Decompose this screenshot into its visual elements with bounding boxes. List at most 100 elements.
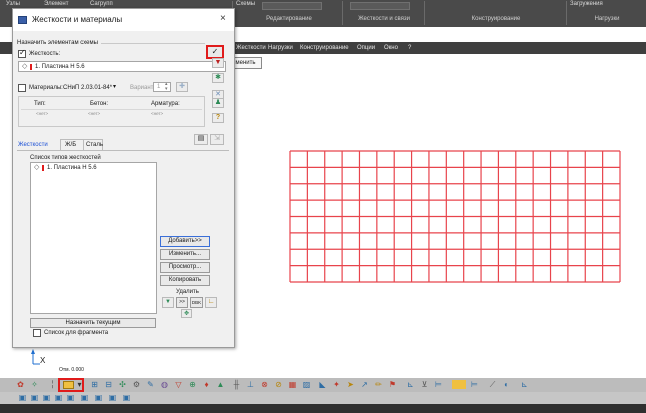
dbk-button[interactable]: DBK (190, 297, 203, 308)
tool-icon[interactable]: ◐ (502, 380, 511, 389)
materials-header-type: Тип: (34, 101, 46, 107)
tool-icon[interactable]: ▨ (302, 380, 311, 389)
check-icon: ✓ (19, 48, 26, 57)
stiffness-checkbox[interactable]: ✓ (18, 48, 26, 58)
plate-color-icon (30, 64, 32, 70)
tool-icon[interactable]: ▲ (216, 380, 225, 389)
tool-icon[interactable]: ✣ (118, 380, 127, 389)
tool-icon[interactable]: ╎ (48, 380, 57, 389)
section-divider (101, 43, 205, 44)
axis-icon (31, 349, 40, 365)
tool-icon[interactable]: ⟋ (488, 380, 497, 389)
assign-current-button[interactable]: Назначить текущим (30, 318, 156, 328)
assign-icon[interactable]: ✥ (181, 309, 192, 318)
move-right-button[interactable]: >> (176, 297, 188, 308)
tool-icon[interactable]: ⊥ (246, 380, 255, 389)
tool-icon[interactable] (452, 380, 466, 389)
tool-icon[interactable]: ✏ (374, 380, 383, 389)
apply-check-icon[interactable]: ✓ (208, 47, 222, 57)
stiffness-tool-icon[interactable] (63, 381, 74, 389)
tool-icon[interactable]: ⊻ (420, 380, 429, 389)
variant-stepper[interactable]: 1 ▴ ▾ (153, 82, 171, 92)
status-bar (0, 404, 646, 413)
materials-table: Тип: Бетон: Арматура: <нет> <нет> <нет> (18, 96, 205, 127)
tool-icon[interactable]: ▦ (288, 380, 297, 389)
tool-icon[interactable]: ♦ (202, 380, 211, 389)
tool-icon[interactable]: ▣ (66, 393, 75, 402)
copy-button[interactable]: Копировать (160, 275, 210, 286)
tool-icon[interactable]: ✿ (16, 380, 25, 389)
tool-icon[interactable]: ✦ (332, 380, 341, 389)
tool-icon[interactable]: ⊾ (520, 380, 529, 389)
tool-icon[interactable]: ⊨ (470, 380, 479, 389)
tab-rc-box[interactable]: Ж/Б (60, 139, 84, 150)
tool-icon[interactable]: ⚙ (132, 380, 141, 389)
library-icon[interactable]: ▤ (194, 134, 208, 145)
list-item-label: 1. Пластина H 5.6 (47, 165, 97, 171)
tool-icon[interactable]: ✎ (146, 380, 155, 389)
tool-icon[interactable]: ✧ (30, 380, 39, 389)
tool-icon[interactable]: ▣ (54, 393, 63, 402)
tab-steel-box[interactable]: Сталь (83, 139, 103, 150)
filter-icon[interactable]: ▼ (212, 58, 224, 68)
tool-icon[interactable]: ⊟ (104, 380, 113, 389)
tool-icon[interactable]: ⚑ (388, 380, 397, 389)
view-button[interactable]: Просмотр... (160, 262, 210, 273)
list-item[interactable]: ◇ 1. Пластина H 5.6 (32, 164, 155, 173)
edit-button[interactable]: Изменить... (160, 249, 210, 260)
stiffness-field[interactable]: ◇ 1. Пластина H 5.6 (18, 61, 226, 72)
tool-icon[interactable]: ⊗ (260, 380, 269, 389)
materials-lib-icon[interactable]: ✚ (176, 82, 188, 92)
dialog-titlebar[interactable]: Жесткости и материалы × (13, 9, 234, 31)
tool-icon[interactable]: ╫ (232, 380, 241, 389)
tab-stiffness[interactable]: Жесткости (18, 141, 48, 149)
materials-checkbox-label: Материалы: (29, 85, 63, 91)
tool-icon[interactable]: ⊨ (434, 380, 443, 389)
fragment-list-checkbox[interactable] (33, 329, 41, 337)
materials-value-type: <нет> (36, 111, 49, 116)
filter-stiffness-icon[interactable]: ▼ (162, 297, 174, 308)
delete-button[interactable]: Удалить (176, 288, 199, 296)
add-button[interactable]: Добавить>> (160, 236, 210, 247)
tool-icon[interactable]: ◍ (160, 380, 169, 389)
tab-steel: Сталь (86, 142, 103, 148)
tool-icon[interactable]: ▣ (108, 393, 117, 402)
person-icon[interactable]: ♟ (212, 98, 224, 108)
tool-icon[interactable]: ▣ (18, 393, 27, 402)
bottom-toolbar-1: ✿ ✧ ╎ ▾ ⊞ ⊟ ✣ ⚙ ✎ ◍ ▽ ⊕ ♦ ▲ ╫ ⊥ ⊗ ⊘ ▦ ▨ … (0, 378, 646, 392)
tool-icon[interactable]: ⊕ (188, 380, 197, 389)
stepper-down-icon[interactable]: ▾ (165, 87, 168, 92)
tool-icon[interactable]: ▣ (122, 393, 131, 402)
materials-checkbox[interactable] (18, 84, 26, 92)
profile-icon[interactable]: ∟ (205, 297, 217, 308)
materials-header-rebar: Арматура: (151, 101, 180, 107)
tool-icon[interactable]: ▽ (174, 380, 183, 389)
tool-icon[interactable]: ▣ (30, 393, 39, 402)
tool-icon[interactable]: ▣ (80, 393, 89, 402)
tool-icon[interactable]: ◣ (318, 380, 327, 389)
anchor-icon[interactable]: ✱ (212, 73, 224, 83)
stiffness-field-value: 1. Пластина H 5.6 (35, 64, 85, 70)
export-icon[interactable]: ⇲ (210, 134, 224, 145)
tool-icon[interactable]: ➤ (346, 380, 355, 389)
stiffness-checkbox-label: Жесткость: (29, 51, 61, 57)
close-icon[interactable]: × (220, 13, 226, 25)
tool-icon[interactable]: ⊾ (406, 380, 415, 389)
tool-icon[interactable]: ▣ (94, 393, 103, 402)
chevron-down-icon[interactable]: ▾ (113, 83, 116, 90)
tool-icon[interactable]: ▣ (42, 393, 51, 402)
stiffness-list[interactable]: ◇ 1. Пластина H 5.6 (30, 162, 157, 314)
variant-label: Вариант (130, 85, 154, 91)
plate-icon: ◇ (34, 164, 40, 171)
norms-select[interactable]: СНиП 2.03.01-84* (63, 84, 112, 92)
assign-section-label: Назначить элементам схемы (17, 40, 98, 46)
table-divider (21, 109, 202, 110)
tool-icon[interactable]: ⊘ (274, 380, 283, 389)
stiffness-materials-dialog: Жесткости и материалы × Назначить элемен… (12, 8, 235, 348)
plate-color-icon (42, 165, 44, 171)
fragment-list-label: Список для фрагмента (44, 330, 109, 336)
help-icon[interactable]: ? (212, 113, 224, 123)
tool-icon[interactable]: ↗ (360, 380, 369, 389)
tool-icon[interactable]: ⊞ (90, 380, 99, 389)
chevron-down-icon[interactable]: ▾ (75, 380, 84, 389)
